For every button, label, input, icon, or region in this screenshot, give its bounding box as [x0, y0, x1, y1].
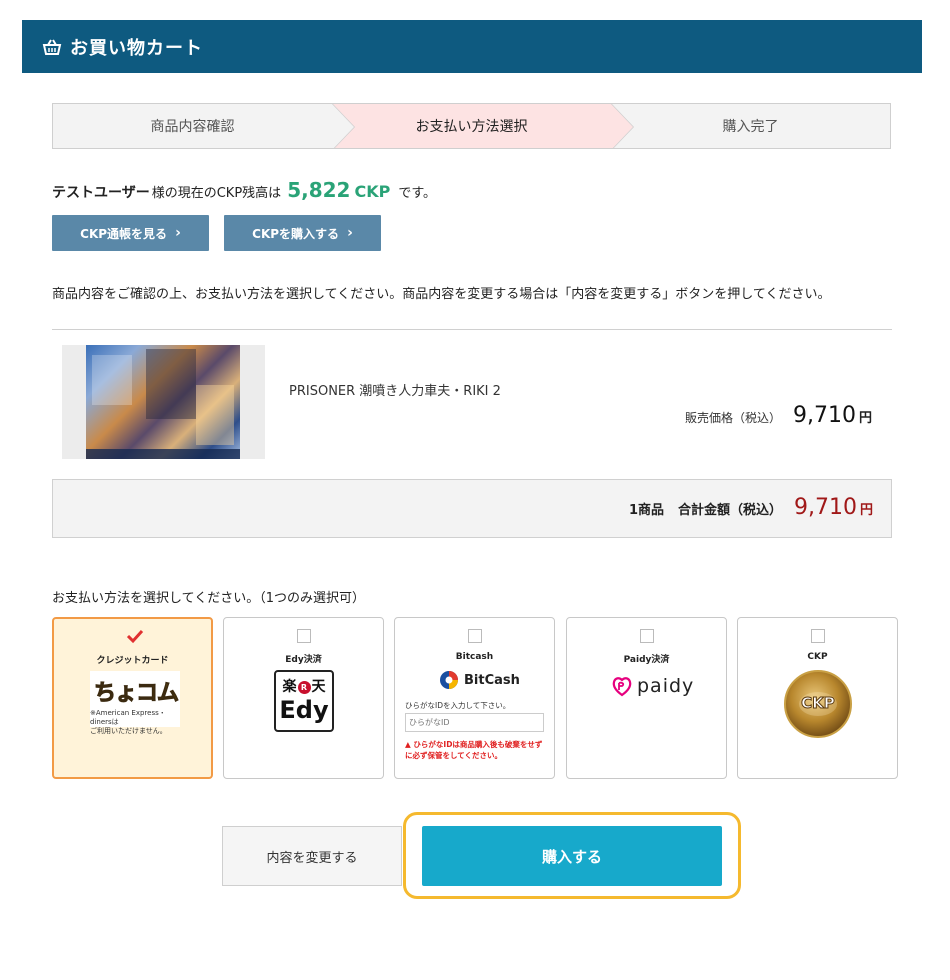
checkmark-icon — [126, 629, 144, 644]
payment-label: CKP — [807, 652, 828, 662]
ckp-coin-logo: CKP — [784, 670, 852, 738]
yen-unit: 円 — [859, 503, 873, 518]
basket-icon — [42, 38, 62, 55]
instruction-text: 商品内容をご確認の上、お支払い方法を選択してください。商品内容を変更する場合は「… — [52, 287, 831, 302]
total-amount: 9,710 — [794, 495, 857, 520]
page-title: お買い物カート — [70, 37, 203, 59]
bitcash-icon — [440, 671, 458, 689]
warning-icon: ▲ — [405, 740, 411, 749]
checkbox[interactable] — [640, 629, 654, 643]
chocom-logo: ちょコム ※American Express・dinersは ご利用いただけませ… — [90, 671, 180, 735]
change-content-button[interactable]: 内容を変更する — [222, 826, 402, 886]
product-name: PRISONER 潮噴き人力車夫・RIKI 2 — [289, 384, 501, 399]
total-summary: 1商品 合計金額（税込） 9,710 円 — [52, 479, 892, 538]
product-price: 販売価格（税込） 9,710 円 — [685, 403, 872, 428]
price-label: 販売価格（税込） — [684, 411, 781, 425]
ckp-passbook-button[interactable]: CKP通帳を見る › — [52, 215, 209, 251]
payment-label: Edy決済 — [285, 655, 322, 665]
button-label: CKPを購入する — [252, 226, 340, 241]
payment-label: Paidy決済 — [623, 655, 670, 665]
checkbox[interactable] — [297, 629, 311, 643]
payment-label: クレジットカード — [96, 656, 169, 666]
item-count: 1商品 — [628, 503, 664, 518]
price-value: 9,710 — [793, 403, 856, 428]
page-header: お買い物カート — [22, 20, 922, 73]
divider — [52, 329, 892, 330]
checkbox[interactable] — [468, 629, 482, 643]
step-label: お支払い方法選択 — [415, 119, 528, 135]
chevron-right-icon: › — [347, 225, 353, 241]
payment-option-bitcash[interactable]: Bitcash BitCash ひらがなIDを入力して下さい。 ▲ ひらがなID… — [394, 617, 555, 779]
button-label: CKP通帳を見る — [80, 226, 168, 241]
paidy-logo: paidy — [611, 675, 694, 697]
checkout-steps: 商品内容確認 お支払い方法選択 購入完了 — [52, 103, 891, 149]
checkbox[interactable] — [811, 629, 825, 643]
product-image — [86, 345, 240, 459]
payment-label: Bitcash — [455, 652, 494, 662]
ckp-purchase-button[interactable]: CKPを購入する › — [224, 215, 381, 251]
step-confirm: 商品内容確認 — [53, 104, 355, 148]
step-complete: 購入完了 — [611, 104, 890, 148]
payment-option-edy[interactable]: Edy決済 楽R天 Edy — [223, 617, 384, 779]
bitcash-hint: ひらがなIDを入力して下さい。 — [405, 701, 511, 710]
payment-prompt: お支払い方法を選択してください。（1つのみ選択可） — [52, 591, 365, 606]
total-label: 合計金額（税込） — [677, 503, 782, 518]
rakuten-edy-logo: 楽R天 Edy — [274, 670, 334, 732]
step-label: 購入完了 — [722, 119, 779, 135]
payment-option-ckp[interactable]: CKP CKP — [737, 617, 898, 779]
card-note: ※American Express・dinersは ご利用いただけません。 — [90, 709, 167, 735]
bitcash-logo: BitCash — [439, 670, 520, 690]
buy-button[interactable]: 購入する — [422, 826, 722, 886]
hiragana-id-input[interactable] — [405, 713, 544, 732]
chevron-right-icon: › — [175, 225, 181, 241]
step-label: 商品内容確認 — [150, 119, 235, 135]
balance-unit: CKP — [354, 182, 391, 201]
balance-text: 様の現在のCKP残高は — [151, 186, 282, 201]
payment-option-credit-card[interactable]: クレジットカード ちょコム ※American Express・dinersは … — [52, 617, 213, 779]
product-thumbnail[interactable] — [62, 345, 265, 459]
balance-suffix: です。 — [398, 186, 437, 201]
paidy-icon — [612, 677, 632, 697]
balance-amount: 5,822 — [287, 178, 351, 202]
step-payment-method: お支払い方法選択 — [332, 104, 634, 148]
payment-option-paidy[interactable]: Paidy決済 paidy — [566, 617, 727, 779]
user-name: テストユーザー — [52, 185, 150, 201]
bitcash-warning: ▲ ひらがなIDは商品購入後も破棄をせずに必ず保管をしてください。 — [405, 740, 543, 760]
ckp-balance: テストユーザー 様の現在のCKP残高は 5,822 CKP です。 — [52, 178, 436, 202]
yen-unit: 円 — [858, 411, 872, 426]
step-separator-fill — [611, 104, 633, 148]
step-separator-fill — [332, 104, 354, 148]
